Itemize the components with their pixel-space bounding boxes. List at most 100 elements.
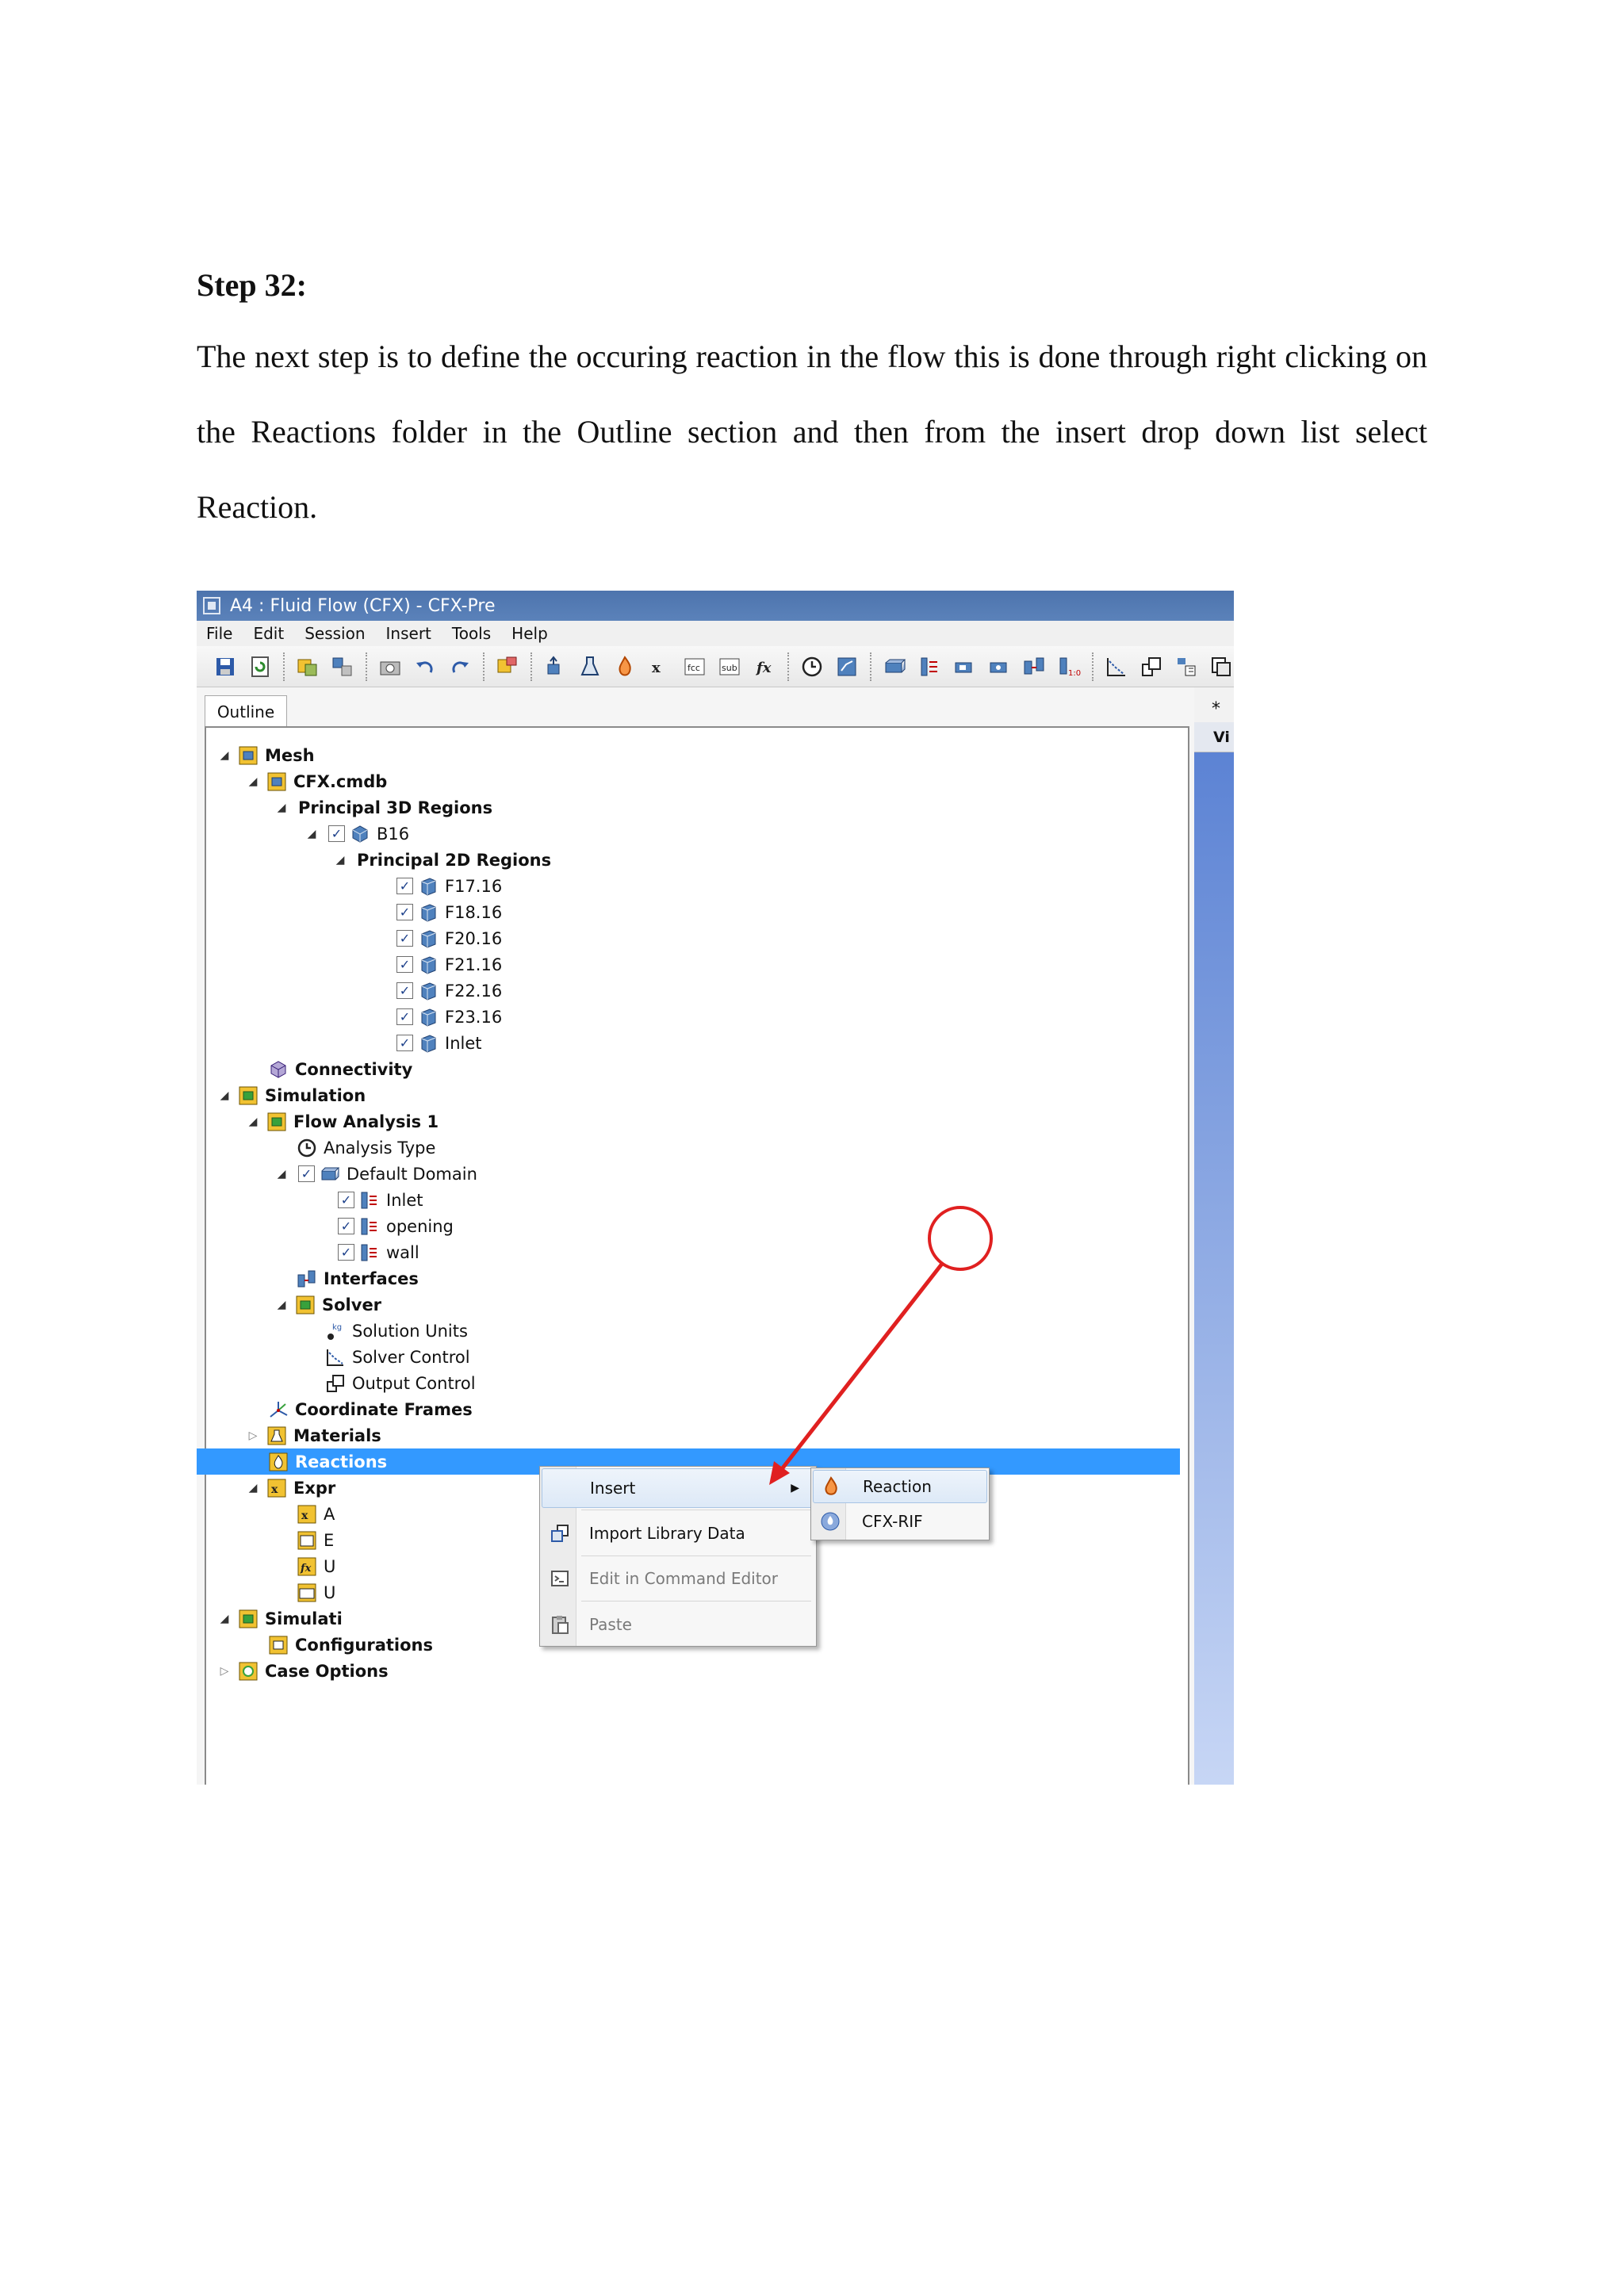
collapse-icon[interactable]: ◢ <box>306 828 317 840</box>
transient-blade-icon[interactable]: 1:0 <box>1057 655 1081 679</box>
tree-item-case-options[interactable]: ▷ Case Options <box>197 1658 1180 1684</box>
variable-icon[interactable]: x <box>648 655 672 679</box>
menu-help[interactable]: Help <box>511 624 548 643</box>
solver-control-icon[interactable] <box>1105 655 1128 679</box>
checkbox[interactable]: ✓ <box>396 930 413 947</box>
expand-icon[interactable]: ▷ <box>247 1429 259 1442</box>
tree-item-cfx-cmdb[interactable]: ◢ CFX.cmdb <box>197 768 1180 794</box>
tree-item-principal-2d-regions[interactable]: ◢ Principal 2D Regions <box>197 847 1180 873</box>
checkbox[interactable]: ✓ <box>396 982 413 999</box>
collapse-icon[interactable]: ◢ <box>276 802 287 814</box>
tab-outline[interactable]: Outline <box>205 695 287 727</box>
menu-insert[interactable]: Insert <box>386 624 431 643</box>
region-3d-icon <box>350 824 370 844</box>
fcc-icon[interactable]: fcc <box>683 655 707 679</box>
mesh-adaption-icon[interactable] <box>1174 655 1198 679</box>
checkbox[interactable]: ✓ <box>298 1165 315 1182</box>
checkbox[interactable]: ✓ <box>396 956 413 973</box>
tree-item-inlet-boundary[interactable]: ✓ Inlet <box>197 1187 1180 1213</box>
save-icon[interactable] <box>213 655 237 679</box>
tree-item-default-domain[interactable]: ◢ ✓ Default Domain <box>197 1161 1180 1187</box>
tree-label: B16 <box>377 824 410 844</box>
tree-item-mesh[interactable]: ◢ Mesh <box>197 742 1180 768</box>
menu-item-edit-in-command-editor[interactable]: Edit in Command Editor <box>542 1559 814 1598</box>
checkbox[interactable]: ✓ <box>338 1218 354 1234</box>
pin-icon[interactable]: ⁎ <box>1212 694 1220 714</box>
export-icon[interactable] <box>331 655 354 679</box>
camera-icon[interactable] <box>378 655 402 679</box>
interface-icon[interactable] <box>1022 655 1046 679</box>
tree-label: F17.16 <box>445 876 503 896</box>
collapse-icon[interactable]: ◢ <box>219 1613 230 1625</box>
tree-item-f20-16[interactable]: ✓ F20.16 <box>197 925 1180 951</box>
tab-viewer[interactable]: Vi <box>1194 722 1234 752</box>
tree-item-f18-16[interactable]: ✓ F18.16 <box>197 899 1180 925</box>
collapse-icon[interactable]: ◢ <box>247 775 259 788</box>
menu-item-import-library-data[interactable]: Import Library Data <box>542 1513 814 1553</box>
domain-icon[interactable] <box>883 655 906 679</box>
checkbox[interactable]: ✓ <box>338 1192 354 1208</box>
collapse-icon[interactable]: ◢ <box>335 854 346 867</box>
redo-icon[interactable] <box>448 655 472 679</box>
source-point-icon[interactable] <box>987 655 1011 679</box>
tree-item-f17-16[interactable]: ✓ F17.16 <box>197 873 1180 899</box>
domain-tool-icon[interactable] <box>543 655 567 679</box>
clock-icon[interactable] <box>800 655 824 679</box>
tree-item-principal-3d-regions[interactable]: ◢ Principal 3D Regions <box>197 794 1180 821</box>
checkbox[interactable]: ✓ <box>396 878 413 894</box>
simulation-icon <box>238 1085 259 1106</box>
collapse-icon[interactable]: ◢ <box>276 1168 287 1181</box>
tree-item-inlet-region[interactable]: ✓ Inlet <box>197 1030 1180 1056</box>
tree-item-opening[interactable]: ✓ opening <box>197 1213 1180 1239</box>
menu-item-cfx-rif[interactable]: CFX-RIF <box>813 1505 987 1538</box>
menu-file[interactable]: File <box>206 624 232 643</box>
flame-icon[interactable] <box>613 655 637 679</box>
solver-control-icon <box>325 1347 346 1368</box>
import-icon[interactable] <box>296 655 320 679</box>
tree-item-f22-16[interactable]: ✓ F22.16 <box>197 978 1180 1004</box>
tree-item-simulation[interactable]: ◢ Simulation <box>197 1082 1180 1108</box>
tree-item-b16[interactable]: ◢ ✓ B16 <box>197 821 1180 847</box>
boundary-icon[interactable] <box>917 655 941 679</box>
checkbox[interactable]: ✓ <box>338 1244 354 1261</box>
menu-item-paste[interactable]: Paste <box>542 1605 814 1644</box>
tree-item-solution-units[interactable]: kg Solution Units <box>197 1318 1180 1344</box>
output-control-icon[interactable] <box>1139 655 1163 679</box>
tree-item-f23-16[interactable]: ✓ F23.16 <box>197 1004 1180 1030</box>
subdomain-icon[interactable] <box>952 655 976 679</box>
menu-item-insert[interactable]: Insert ▶ <box>542 1468 814 1508</box>
tree-item-connectivity[interactable]: Connectivity <box>197 1056 1180 1082</box>
tree-item-coordinate-frames[interactable]: Coordinate Frames <box>197 1396 1180 1422</box>
tree-item-flow-analysis-1[interactable]: ◢ Flow Analysis 1 <box>197 1108 1180 1135</box>
tree-item-solver[interactable]: ◢ Solver <box>197 1292 1180 1318</box>
checkbox[interactable]: ✓ <box>396 1035 413 1051</box>
refresh-icon[interactable] <box>248 655 272 679</box>
tree-item-interfaces[interactable]: Interfaces <box>197 1265 1180 1292</box>
tree-item-solver-control[interactable]: Solver Control <box>197 1344 1180 1370</box>
import-mesh-icon[interactable] <box>496 655 519 679</box>
tree-item-wall[interactable]: ✓ wall <box>197 1239 1180 1265</box>
checkbox[interactable]: ✓ <box>396 904 413 920</box>
expand-icon[interactable]: ▷ <box>219 1665 230 1678</box>
collapse-icon[interactable]: ◢ <box>247 1115 259 1128</box>
tree-item-analysis-type[interactable]: Analysis Type <box>197 1135 1180 1161</box>
menu-tools[interactable]: Tools <box>452 624 491 643</box>
tree-item-materials[interactable]: ▷ Materials <box>197 1422 1180 1448</box>
menu-edit[interactable]: Edit <box>253 624 284 643</box>
menu-item-reaction[interactable]: Reaction <box>813 1470 987 1503</box>
checkbox[interactable]: ✓ <box>328 825 345 842</box>
function-icon[interactable]: fx <box>753 655 776 679</box>
tree-item-output-control[interactable]: Output Control <box>197 1370 1180 1396</box>
collapse-icon[interactable]: ◢ <box>276 1299 287 1311</box>
menu-session[interactable]: Session <box>304 624 365 643</box>
tree-item-f21-16[interactable]: ✓ F21.16 <box>197 951 1180 978</box>
flask-icon[interactable] <box>578 655 602 679</box>
undo-icon[interactable] <box>413 655 437 679</box>
checkbox[interactable]: ✓ <box>396 1008 413 1025</box>
solver-icon[interactable] <box>835 655 859 679</box>
write-solver-file-icon[interactable] <box>1209 655 1233 679</box>
sub-icon[interactable]: sub <box>718 655 741 679</box>
collapse-icon[interactable]: ◢ <box>247 1482 259 1494</box>
collapse-icon[interactable]: ◢ <box>219 749 230 762</box>
collapse-icon[interactable]: ◢ <box>219 1089 230 1102</box>
